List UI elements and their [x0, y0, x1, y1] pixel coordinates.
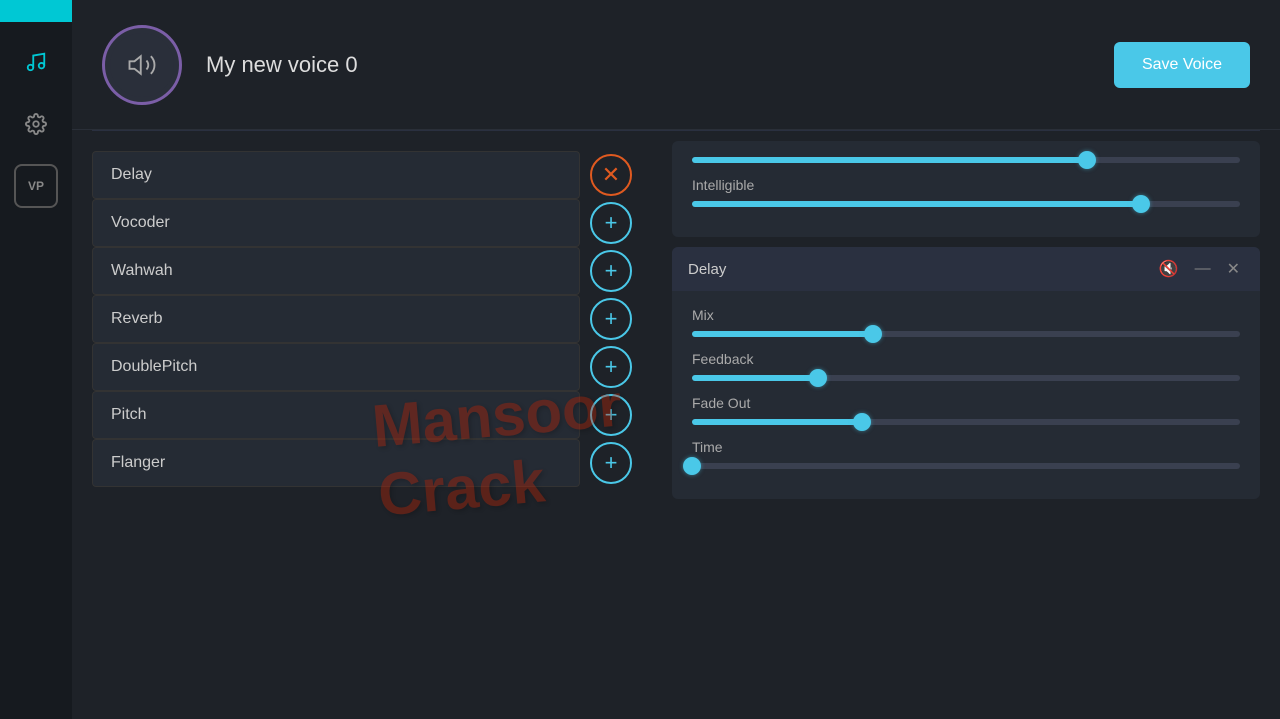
delay-slider-track-mix[interactable] [692, 331, 1240, 337]
sidebar: VP [0, 0, 72, 719]
delay-panel-header: Delay 🔇 — ✕ [672, 247, 1260, 291]
delay-sliders: Mix Feedback Fade Out Time [692, 307, 1240, 469]
effect-name-wahwah[interactable]: Wahwah [92, 247, 580, 295]
sidebar-top-bar [0, 0, 72, 22]
effects-list: Delay✕Vocoder+Wahwah+Reverb+DoublePitch+… [92, 151, 632, 487]
slider-row-intelligible: Intelligible [692, 177, 1240, 207]
effect-name-reverb[interactable]: Reverb [92, 295, 580, 343]
slider-fill-intelligible [692, 201, 1141, 207]
right-panel: Intelligible Delay 🔇 — ✕ [652, 131, 1280, 719]
slider-track-intelligible[interactable] [692, 201, 1240, 207]
effect-name-doublepitch[interactable]: DoublePitch [92, 343, 580, 391]
slider-label-intelligible: Intelligible [692, 177, 1240, 193]
effect-btn-doublepitch[interactable]: + [590, 346, 632, 388]
effect-row-vocoder: Vocoder+ [92, 199, 632, 247]
delay-slider-label-time: Time [692, 439, 1240, 455]
delay-slider-row-time: Time [692, 439, 1240, 469]
delay-slider-fill-feedback [692, 375, 818, 381]
vocoder-panel: Intelligible [672, 141, 1260, 237]
header: My new voice 0 Save Voice [72, 0, 1280, 130]
sidebar-item-music[interactable] [14, 40, 58, 84]
delay-minimize-button[interactable]: — [1191, 258, 1215, 280]
effect-row-delay: Delay✕ [92, 151, 632, 199]
effect-btn-delay[interactable]: ✕ [590, 154, 632, 196]
delay-slider-label-fade_out: Fade Out [692, 395, 1240, 411]
delay-mute-button[interactable]: 🔇 [1155, 257, 1183, 281]
avatar [102, 25, 182, 105]
avatar-inner [110, 33, 174, 97]
delay-panel-body: Mix Feedback Fade Out Time [672, 291, 1260, 499]
effect-btn-wahwah[interactable]: + [590, 250, 632, 292]
slider-thumb-intelligible[interactable] [1132, 195, 1150, 213]
effect-btn-reverb[interactable]: + [590, 298, 632, 340]
delay-slider-thumb-time[interactable] [683, 457, 701, 475]
delay-close-button[interactable]: ✕ [1223, 257, 1244, 281]
effect-row-doublepitch: DoublePitch+ [92, 343, 632, 391]
slider-thumb-1[interactable] [1078, 151, 1096, 169]
delay-panel-controls: 🔇 — ✕ [1155, 257, 1244, 281]
effect-row-pitch: Pitch+ [92, 391, 632, 439]
effect-row-flanger: Flanger+ [92, 439, 632, 487]
effect-row-reverb: Reverb+ [92, 295, 632, 343]
effect-name-flanger[interactable]: Flanger [92, 439, 580, 487]
effect-name-vocoder[interactable]: Vocoder [92, 199, 580, 247]
effect-name-delay[interactable]: Delay [92, 151, 580, 199]
delay-slider-fill-mix [692, 331, 873, 337]
delay-panel: Delay 🔇 — ✕ Mix Feedback Fade Out Time [672, 247, 1260, 499]
voice-name: My new voice 0 [206, 52, 358, 78]
slider-row-1 [692, 157, 1240, 163]
delay-panel-title: Delay [688, 261, 1147, 278]
delay-slider-fill-fade_out [692, 419, 862, 425]
delay-slider-track-time[interactable] [692, 463, 1240, 469]
delay-slider-row-fade_out: Fade Out [692, 395, 1240, 425]
effect-btn-vocoder[interactable]: + [590, 202, 632, 244]
delay-slider-label-mix: Mix [692, 307, 1240, 323]
delay-slider-track-fade_out[interactable] [692, 419, 1240, 425]
content-area: Delay✕Vocoder+Wahwah+Reverb+DoublePitch+… [72, 131, 1280, 719]
effect-row-wahwah: Wahwah+ [92, 247, 632, 295]
effect-btn-flanger[interactable]: + [590, 442, 632, 484]
sidebar-item-vp[interactable]: VP [14, 164, 58, 208]
save-voice-button[interactable]: Save Voice [1114, 42, 1250, 88]
effect-btn-pitch[interactable]: + [590, 394, 632, 436]
delay-slider-row-mix: Mix [692, 307, 1240, 337]
delay-slider-label-feedback: Feedback [692, 351, 1240, 367]
delay-slider-track-feedback[interactable] [692, 375, 1240, 381]
sidebar-item-settings[interactable] [14, 102, 58, 146]
main-content: My new voice 0 Save Voice Delay✕Vocoder+… [72, 0, 1280, 719]
slider-fill-1 [692, 157, 1087, 163]
delay-slider-row-feedback: Feedback [692, 351, 1240, 381]
slider-track-1[interactable] [692, 157, 1240, 163]
delay-slider-thumb-mix[interactable] [864, 325, 882, 343]
effect-name-pitch[interactable]: Pitch [92, 391, 580, 439]
vp-label: VP [28, 179, 44, 193]
effects-panel: Delay✕Vocoder+Wahwah+Reverb+DoublePitch+… [72, 131, 652, 719]
delay-slider-thumb-fade_out[interactable] [853, 413, 871, 431]
delay-slider-thumb-feedback[interactable] [809, 369, 827, 387]
